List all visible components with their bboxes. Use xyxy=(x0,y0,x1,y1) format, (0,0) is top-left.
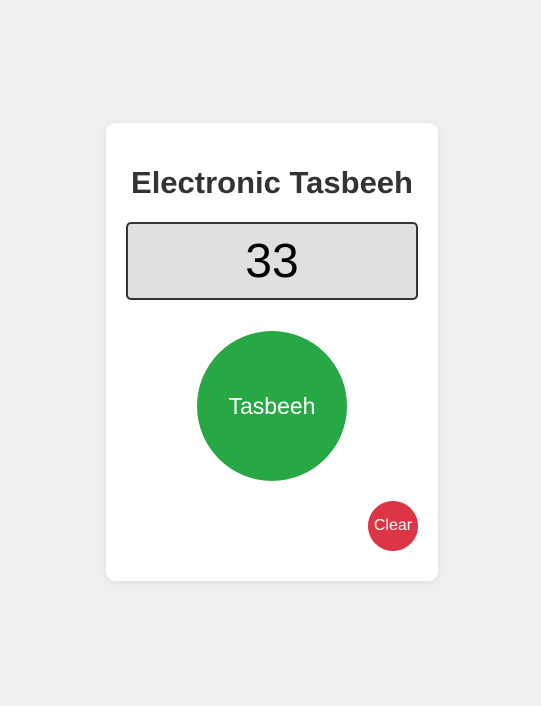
tasbeeh-button[interactable]: Tasbeeh xyxy=(197,331,347,481)
clear-button[interactable]: Clear xyxy=(368,501,418,551)
counter-value: 33 xyxy=(245,234,299,288)
page-title: Electronic Tasbeeh xyxy=(131,165,413,200)
counter-display: 33 xyxy=(126,222,418,300)
tasbeeh-card: Electronic Tasbeeh 33 Tasbeeh Clear xyxy=(106,123,438,581)
